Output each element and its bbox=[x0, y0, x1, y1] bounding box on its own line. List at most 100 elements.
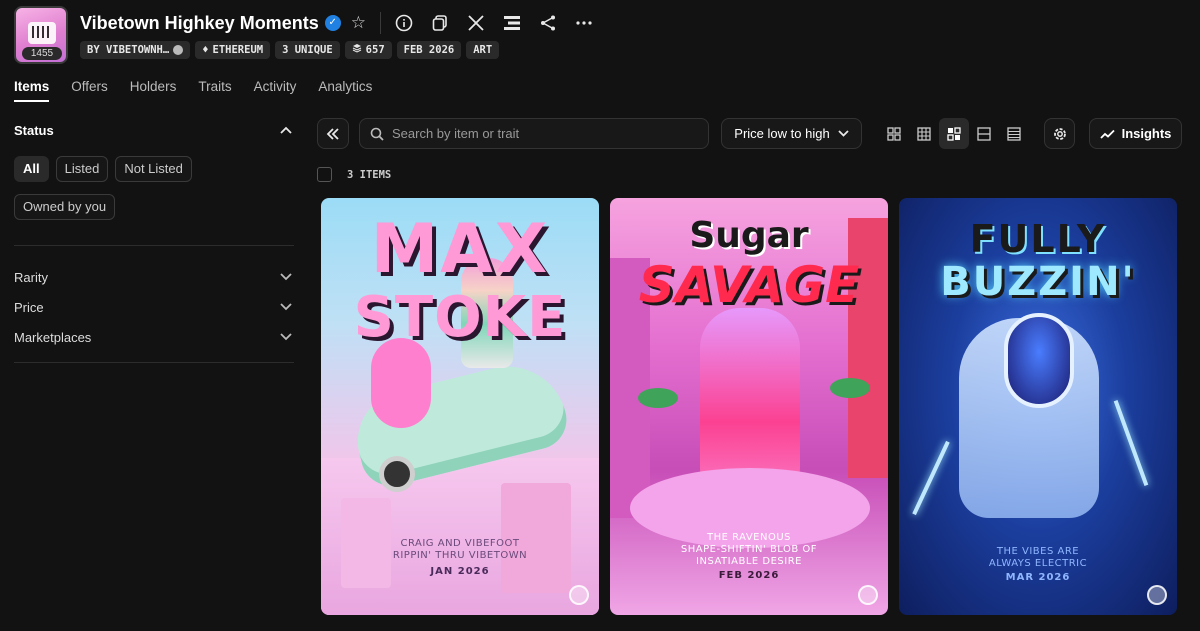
lightning-bolt bbox=[1113, 400, 1149, 486]
collection-title: Vibetown Highkey Moments bbox=[80, 12, 319, 33]
table-icon bbox=[1007, 126, 1021, 141]
sort-label: Price low to high bbox=[734, 126, 830, 141]
grid-small-icon bbox=[887, 126, 901, 141]
status-listed-button[interactable]: Listed bbox=[55, 156, 109, 182]
trend-icon bbox=[1099, 129, 1115, 139]
lightning-bolt bbox=[912, 440, 950, 516]
view-mode-group bbox=[879, 118, 1029, 149]
filter-marketplaces[interactable]: Marketplaces bbox=[14, 322, 294, 352]
chevron-down-icon bbox=[278, 269, 294, 285]
collapse-sidebar-button[interactable] bbox=[317, 118, 349, 149]
info-icon[interactable] bbox=[393, 12, 415, 34]
double-chevron-left-icon bbox=[326, 127, 339, 140]
settings-button[interactable] bbox=[1044, 118, 1075, 149]
search-input[interactable] bbox=[392, 126, 692, 141]
share-icon[interactable] bbox=[537, 12, 559, 34]
vibetown-seal-icon bbox=[1147, 585, 1167, 605]
copy-icon[interactable] bbox=[429, 12, 451, 34]
stack-icon[interactable] bbox=[501, 12, 523, 34]
filter-price[interactable]: Price bbox=[14, 292, 294, 322]
status-not-listed-button[interactable]: Not Listed bbox=[115, 156, 192, 182]
vibetown-seal-icon bbox=[858, 585, 878, 605]
grid-large-icon bbox=[947, 126, 961, 141]
creator-tag[interactable]: BY VIBETOWNH… bbox=[80, 41, 191, 59]
car-wheel bbox=[379, 456, 415, 492]
chain-tag-label: ETHEREUM bbox=[212, 44, 264, 56]
status-owned-button[interactable]: Owned by you bbox=[14, 194, 116, 220]
select-all-checkbox[interactable] bbox=[317, 167, 332, 182]
chevron-down-icon bbox=[838, 130, 849, 137]
nft-card[interactable]: Sugar SAVAGE THE RAVENOUS SHAPE-SHIFTIN'… bbox=[610, 198, 888, 615]
view-grid-large-button[interactable] bbox=[939, 118, 969, 149]
card-date: JAN 2026 bbox=[430, 566, 490, 577]
unique-tag-label: 3 UNIQUE bbox=[282, 44, 333, 56]
category-tag[interactable]: ART bbox=[466, 41, 500, 59]
nft-card[interactable]: MAX STOKE CRAIG AND VIBEFOOT RIPPIN' THR… bbox=[321, 198, 599, 615]
card-caption-line2: SHAPE-SHIFTIN' BLOB OF bbox=[680, 544, 818, 555]
collection-tabs: Items Offers Holders Traits Activity Ana… bbox=[14, 79, 372, 102]
x-icon[interactable] bbox=[465, 12, 487, 34]
view-table-button[interactable] bbox=[999, 118, 1029, 149]
tab-analytics[interactable]: Analytics bbox=[318, 79, 372, 102]
card-caption-line1: CRAIG AND VIBEFOOT bbox=[400, 538, 520, 549]
sort-dropdown[interactable]: Price low to high bbox=[721, 118, 862, 149]
filter-price-label: Price bbox=[14, 299, 44, 315]
collection-tags: BY VIBETOWNH… ♦ ETHEREUM 3 UNIQUE 657 FE… bbox=[80, 41, 500, 59]
card-caption-line2: ALWAYS ELECTRIC bbox=[988, 558, 1088, 569]
card-title-line1: MAX bbox=[370, 210, 550, 289]
card-title-line2: STOKE bbox=[353, 285, 567, 350]
status-options: All Listed Not Listed bbox=[14, 156, 294, 182]
tab-holders[interactable]: Holders bbox=[130, 79, 177, 102]
layers-icon bbox=[352, 41, 362, 59]
card-caption-line2: RIPPIN' THRU VIBETOWN bbox=[392, 550, 528, 561]
date-tag: FEB 2026 bbox=[396, 41, 462, 59]
tab-activity[interactable]: Activity bbox=[254, 79, 297, 102]
date-tag-label: FEB 2026 bbox=[403, 44, 455, 56]
status-all-button[interactable]: All bbox=[14, 156, 49, 182]
card-caption-line1: THE RAVENOUS bbox=[706, 532, 792, 543]
status-title: Status bbox=[14, 122, 54, 138]
astronaut-visor bbox=[1004, 313, 1074, 408]
filter-rarity[interactable]: Rarity bbox=[14, 262, 294, 292]
card-title-line2: BUZZIN' bbox=[940, 259, 1136, 305]
vibetown-seal-icon bbox=[569, 585, 589, 605]
tab-offers[interactable]: Offers bbox=[71, 79, 108, 102]
more-icon[interactable] bbox=[573, 12, 595, 34]
verified-icon: ✓ bbox=[324, 15, 341, 31]
items-count-row: 3 ITEMS bbox=[317, 167, 391, 182]
header-divider bbox=[379, 12, 381, 34]
insights-button[interactable]: Insights bbox=[1089, 118, 1182, 149]
gear-icon bbox=[1053, 127, 1066, 140]
card-date: MAR 2026 bbox=[1005, 572, 1071, 583]
supply-tag: 657 bbox=[344, 41, 392, 59]
favorite-star-icon[interactable]: ☆ bbox=[351, 13, 366, 33]
list-icon bbox=[977, 126, 991, 141]
status-section-header[interactable]: Status bbox=[14, 118, 294, 142]
view-grid-dense-button[interactable] bbox=[909, 118, 939, 149]
nft-card[interactable]: FULLY BUZZIN' THE VIBES ARE ALWAYS ELECT… bbox=[899, 198, 1177, 615]
creator-tag-label: BY VIBETOWNH… bbox=[87, 44, 170, 56]
furry-creature bbox=[371, 338, 431, 428]
sidebar-divider bbox=[14, 245, 294, 246]
filter-marketplaces-label: Marketplaces bbox=[14, 329, 92, 345]
palm-tree bbox=[830, 378, 870, 398]
card-caption-line3: INSATIABLE DESIRE bbox=[696, 556, 802, 567]
view-grid-small-button[interactable] bbox=[879, 118, 909, 149]
search-box bbox=[359, 118, 709, 149]
ethereum-icon: ♦ bbox=[202, 44, 209, 56]
category-tag-label: ART bbox=[473, 44, 493, 56]
piano-logo-icon bbox=[28, 22, 56, 44]
tab-traits[interactable]: Traits bbox=[198, 79, 231, 102]
search-icon bbox=[370, 127, 384, 141]
insights-label: Insights bbox=[1121, 126, 1172, 141]
chevron-up-icon bbox=[278, 122, 294, 138]
avatar-count: 1455 bbox=[22, 47, 62, 60]
verified-icon bbox=[173, 45, 184, 55]
collection-avatar[interactable]: 1455 bbox=[14, 6, 68, 64]
supply-tag-label: 657 bbox=[365, 44, 385, 56]
tab-items[interactable]: Items bbox=[14, 79, 50, 102]
items-count: 3 ITEMS bbox=[347, 168, 392, 181]
chain-tag: ♦ ETHEREUM bbox=[195, 41, 271, 59]
unique-tag: 3 UNIQUE bbox=[275, 41, 340, 59]
view-list-button[interactable] bbox=[969, 118, 999, 149]
